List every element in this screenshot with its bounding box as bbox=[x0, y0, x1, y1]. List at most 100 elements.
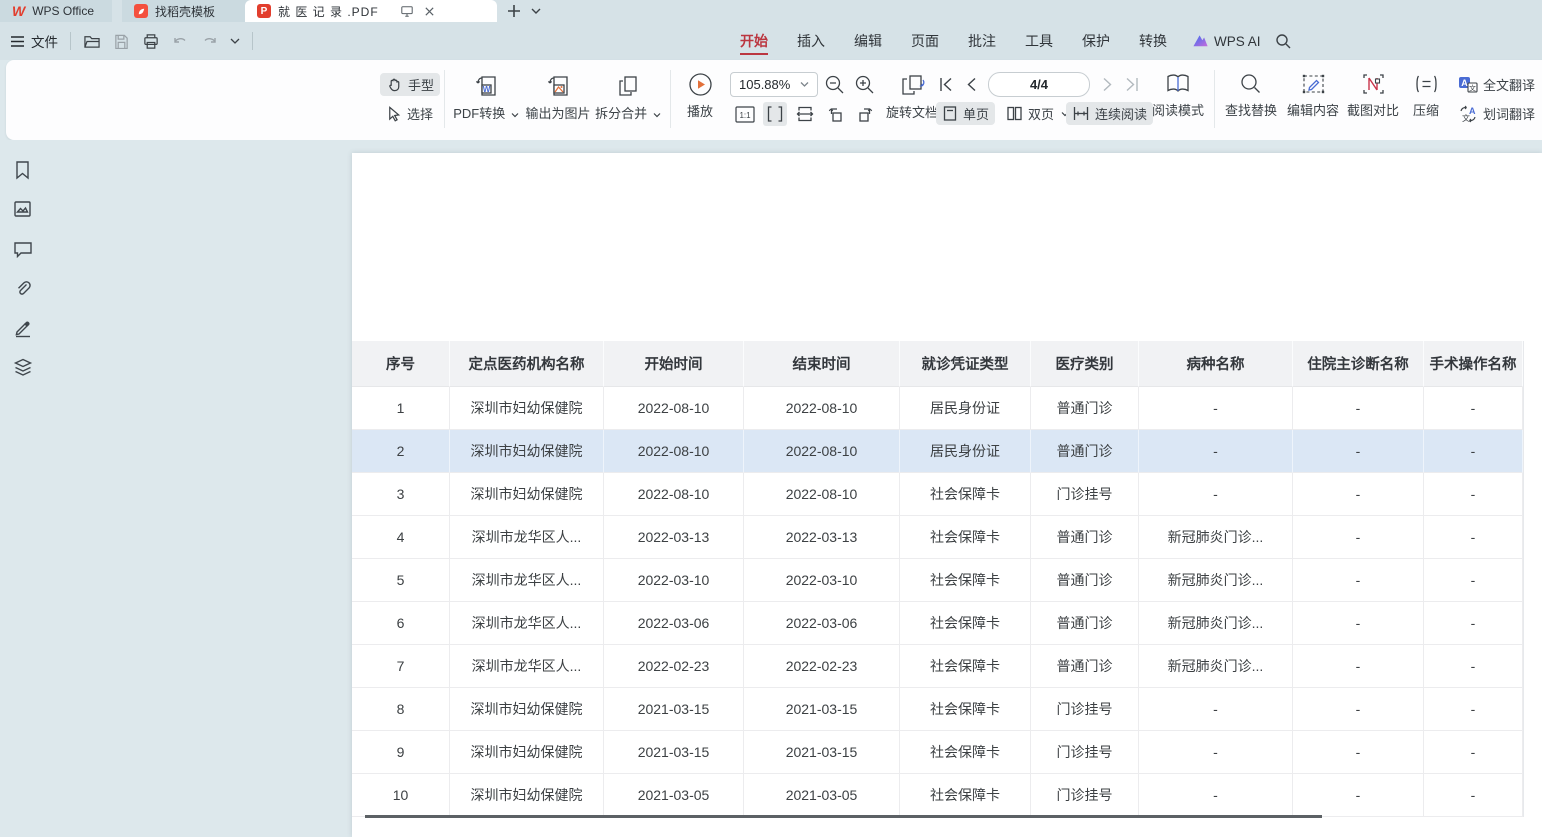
rotate-right-icon[interactable] bbox=[853, 102, 877, 126]
close-tab-icon[interactable] bbox=[424, 6, 435, 17]
bookmark-icon[interactable] bbox=[13, 160, 32, 180]
table-cell: - bbox=[1293, 774, 1424, 817]
wps-ai-button[interactable]: WPS AI bbox=[1192, 34, 1261, 49]
table-row[interactable]: 3深圳市妇幼保健院2022-08-102022-08-10社会保障卡门诊挂号--… bbox=[352, 473, 1523, 516]
print-icon[interactable] bbox=[142, 33, 160, 50]
compress-button[interactable]: 压缩 bbox=[1404, 72, 1448, 119]
table-cell: 2021-03-15 bbox=[604, 688, 744, 731]
thumbnail-icon[interactable] bbox=[13, 200, 32, 218]
double-page-icon bbox=[1006, 105, 1023, 122]
table-cell: - bbox=[1293, 473, 1424, 516]
edit-content-button[interactable]: 编辑内容 bbox=[1284, 72, 1342, 119]
single-page-button[interactable]: 单页 bbox=[936, 102, 995, 125]
pdf-convert-button[interactable]: W PDF转换 bbox=[454, 73, 518, 122]
next-page-icon[interactable] bbox=[1101, 76, 1115, 93]
last-page-icon[interactable] bbox=[1124, 76, 1140, 93]
ribbon-tab-1[interactable]: 插入 bbox=[797, 23, 825, 59]
actual-size-icon[interactable]: 1:1 bbox=[733, 102, 757, 126]
table-cell: 2022-08-10 bbox=[744, 473, 900, 516]
table-cell: - bbox=[1293, 688, 1424, 731]
table-row[interactable]: 1深圳市妇幼保健院2022-08-102022-08-10居民身份证普通门诊--… bbox=[352, 387, 1523, 430]
compress-label: 压缩 bbox=[1413, 100, 1439, 119]
table-row[interactable]: 7深圳市龙华区人...2022-02-232022-02-23社会保障卡普通门诊… bbox=[352, 645, 1523, 688]
table-cell: 4 bbox=[352, 516, 450, 559]
open-folder-icon[interactable] bbox=[83, 33, 101, 49]
ribbon-tab-2[interactable]: 编辑 bbox=[854, 23, 882, 59]
new-tab-button[interactable] bbox=[506, 3, 522, 19]
tab-docer-templates[interactable]: 找稻壳模板 bbox=[122, 0, 252, 22]
table-row[interactable]: 10深圳市妇幼保健院2021-03-052021-03-05社会保障卡门诊挂号-… bbox=[352, 774, 1523, 817]
ribbon-tab-7[interactable]: 转换 bbox=[1139, 23, 1167, 59]
split-merge-button[interactable]: 拆分合并 bbox=[594, 73, 662, 122]
table-cell: 2022-03-06 bbox=[744, 602, 900, 645]
ribbon-tab-3[interactable]: 页面 bbox=[911, 23, 939, 59]
table-header-cell: 结束时间 bbox=[744, 341, 900, 387]
ribbon-tab-4[interactable]: 批注 bbox=[968, 23, 996, 59]
ribbon-tab-6[interactable]: 保护 bbox=[1082, 23, 1110, 59]
table-row[interactable]: 8深圳市妇幼保健院2021-03-152021-03-15社会保障卡门诊挂号--… bbox=[352, 688, 1523, 731]
pdf-page: 序号定点医药机构名称开始时间结束时间就诊凭证类型医疗类别病种名称住院主诊断名称手… bbox=[352, 153, 1542, 837]
table-header-cell: 医疗类别 bbox=[1031, 341, 1139, 387]
table-cell: 深圳市龙华区人... bbox=[450, 559, 604, 602]
save-icon[interactable] bbox=[113, 33, 130, 49]
attachment-icon[interactable] bbox=[13, 279, 33, 299]
zoom-level-combobox[interactable]: 105.88% bbox=[730, 72, 818, 97]
menu-bar: 文件 开始插入编辑页面批注工具保护转换 W bbox=[0, 22, 1542, 60]
double-page-button[interactable]: 双页 bbox=[1000, 102, 1075, 125]
docer-logo-icon bbox=[134, 4, 148, 18]
table-cell: 深圳市妇幼保健院 bbox=[450, 430, 604, 473]
redo-icon[interactable] bbox=[201, 34, 218, 49]
rotate-left-icon[interactable] bbox=[823, 102, 847, 126]
table-cell: - bbox=[1424, 473, 1523, 516]
window-icon[interactable] bbox=[400, 5, 414, 18]
play-button[interactable]: 播放 bbox=[678, 72, 722, 120]
file-menu-button[interactable]: 文件 bbox=[10, 31, 58, 51]
page-number-input[interactable]: 4/4 bbox=[988, 72, 1090, 97]
global-search-icon[interactable] bbox=[1275, 33, 1292, 50]
rotate-document-button[interactable]: 旋转文档 bbox=[882, 72, 942, 121]
screenshot-compare-button[interactable]: 截图对比 bbox=[1344, 72, 1402, 119]
previous-page-icon[interactable] bbox=[964, 76, 978, 93]
table-row[interactable]: 6深圳市龙华区人...2022-03-062022-03-06社会保障卡普通门诊… bbox=[352, 602, 1523, 645]
signature-pen-icon[interactable] bbox=[13, 317, 33, 339]
select-tool-button[interactable]: 选择 bbox=[380, 102, 439, 125]
wps-logo-icon: W bbox=[12, 4, 25, 18]
tab-wps-office[interactable]: W WPS Office bbox=[0, 0, 112, 22]
export-image-button[interactable]: 输出为图片 bbox=[522, 73, 594, 122]
zoom-in-icon[interactable] bbox=[854, 74, 875, 95]
svg-text:A: A bbox=[1469, 106, 1476, 116]
find-replace-button[interactable]: 查找替换 bbox=[1222, 72, 1280, 119]
table-cell: 新冠肺炎门诊... bbox=[1139, 516, 1293, 559]
table-cell: - bbox=[1139, 430, 1293, 473]
export-image-icon bbox=[545, 73, 571, 99]
table-row[interactable]: 4深圳市龙华区人...2022-03-132022-03-13社会保障卡普通门诊… bbox=[352, 516, 1523, 559]
ribbon-tab-5[interactable]: 工具 bbox=[1025, 23, 1053, 59]
table-row[interactable]: 5深圳市龙华区人...2022-03-102022-03-10社会保障卡普通门诊… bbox=[352, 559, 1523, 602]
fit-page-icon[interactable] bbox=[763, 102, 787, 126]
ribbon-tab-0[interactable]: 开始 bbox=[740, 23, 768, 59]
read-mode-button[interactable]: 阅读模式 bbox=[1150, 72, 1206, 119]
first-page-icon[interactable] bbox=[938, 76, 954, 93]
layers-icon[interactable] bbox=[13, 357, 33, 378]
full-translate-button[interactable]: A 文 全文翻译 bbox=[1452, 73, 1541, 96]
zoom-out-icon[interactable] bbox=[824, 74, 845, 95]
table-cell: 门诊挂号 bbox=[1031, 473, 1139, 516]
table-row[interactable]: 9深圳市妇幼保健院2021-03-152021-03-15社会保障卡门诊挂号--… bbox=[352, 731, 1523, 774]
undo-icon[interactable] bbox=[172, 34, 189, 49]
table-cell: 社会保障卡 bbox=[900, 645, 1031, 688]
table-cell: 2022-03-10 bbox=[744, 559, 900, 602]
table-cell: 普通门诊 bbox=[1031, 602, 1139, 645]
undo-redo-chevron-icon[interactable] bbox=[230, 37, 240, 45]
continuous-read-button[interactable]: 连续阅读 bbox=[1066, 102, 1153, 125]
tab-list-chevron-icon[interactable] bbox=[531, 7, 541, 15]
hand-tool-button[interactable]: 手型 bbox=[380, 73, 440, 96]
edit-content-icon bbox=[1301, 72, 1326, 96]
comment-icon[interactable] bbox=[13, 240, 33, 258]
fit-width-icon[interactable] bbox=[793, 102, 817, 126]
word-translate-button[interactable]: 文 A 划词翻译 bbox=[1452, 102, 1542, 125]
table-row[interactable]: 2深圳市妇幼保健院2022-08-102022-08-10居民身份证普通门诊--… bbox=[352, 430, 1523, 473]
tab-document-pdf[interactable]: P 就 医 记 录 .PDF bbox=[245, 0, 497, 22]
table-cell: 社会保障卡 bbox=[900, 473, 1031, 516]
table-cell: 深圳市龙华区人... bbox=[450, 645, 604, 688]
wps-ai-label: WPS AI bbox=[1214, 34, 1261, 49]
